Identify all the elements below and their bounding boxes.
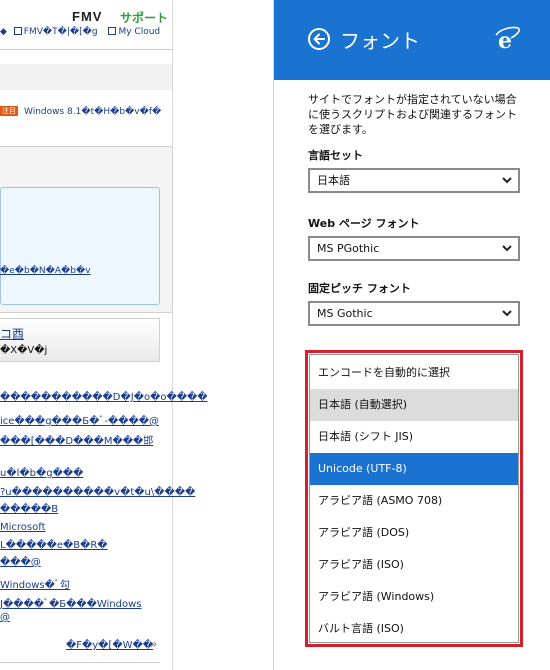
page-edge-divider [172,0,173,670]
search-bar-area [0,64,172,90]
web-font-label: Web ページ フォント [308,217,420,230]
web-page-content: FMV サポート ◆ FMV�T�|�[�g My Cloud 注目 Window… [0,0,273,670]
back-arrow-icon[interactable] [308,28,330,50]
encoding-dropdown-list[interactable]: エンコードを自動的に選択 日本語 (自動選択) 日本語 (シフト JIS) Un… [309,354,519,643]
garbled-link[interactable]: ice���g���Б�ﾞ-����@ [0,412,159,427]
panel-link[interactable]: �e�b�N�A�b�v [0,266,91,276]
garbled-link[interactable]: �����B [0,504,58,515]
encoding-option[interactable]: アラビア語 (DOS) [310,517,518,549]
fmv-support-label: サポート [120,11,169,25]
item-subtext: �X�V�j [0,345,48,356]
garbled-link[interactable]: u�l�b�g��� [0,468,83,479]
charset-label: 言語セット [308,149,363,162]
garbled-link[interactable]: ?u����������v�t�u\���� [0,487,195,498]
top-links: ◆ FMV�T�|�[�g My Cloud [0,27,168,37]
top-link-2[interactable]: My Cloud [108,27,164,37]
news-item[interactable]: 注目 Windows 8.1�t�H�b�v�f� [0,106,161,117]
fixed-font-select[interactable]: MS Gothic [308,301,520,326]
fixed-font-label: 固定ピッチ フォント [308,282,411,295]
charset-select[interactable]: 日本語 [308,168,520,193]
flyout-title: フォント [340,29,420,53]
web-font-select-value: MS PGothic [317,242,380,255]
encoding-option[interactable]: アラビア語 (ASMO 708) [310,485,518,517]
garbled-link[interactable]: Windows�ﾞ勾 [0,576,70,591]
item-link[interactable]: コ⾣ [0,325,24,342]
footer-divider [0,662,160,663]
chevron-down-icon [502,310,512,317]
encoding-option-selected[interactable]: Unicode (UTF-8) [310,453,518,485]
more-link[interactable]: �F�y�[�W�� [66,640,153,651]
fixed-font-select-value: MS Gothic [317,307,373,320]
news-link[interactable]: Windows 8.1�t�H�b�v�f� [24,107,161,117]
link-box-icon [108,27,117,35]
encoding-option[interactable]: エンコードを自動的に選択 [310,357,518,389]
garbled-link[interactable]: Microsoft [0,522,46,533]
garbled-link[interactable]: �����������D�J�o�o���� [0,392,207,403]
garbled-link[interactable]: ���[���D���M���邯 [0,432,153,447]
fmv-logo: FMV [72,9,103,24]
top-link-0[interactable]: ◆ [0,27,7,37]
flyout-header: フォント e [274,0,550,80]
garbled-link[interactable]: @ [0,612,10,623]
encoding-option[interactable]: アラビア語 (Windows) [310,581,518,613]
ie-logo-icon: e [494,26,520,56]
link-box-icon [13,27,22,35]
encoding-option[interactable]: バルト言語 (ISO) [310,613,518,645]
news-badge: 注目 [0,106,18,116]
content-panel-inner [0,187,160,305]
encoding-option-hover[interactable]: 日本語 (自動選択) [310,389,518,421]
encoding-option[interactable]: アラビア語 (ISO) [310,549,518,581]
top-link-1[interactable]: FMV�T�|�[�g [13,27,102,37]
chevron-down-icon [502,245,512,252]
charset-select-value: 日本語 [317,174,350,187]
garbled-link[interactable]: ���@ [0,557,41,568]
encoding-option[interactable]: 日本語 (シフト JIS) [310,421,518,453]
garbled-link[interactable]: J����ﾞ�Б���Windows [0,595,141,610]
svg-text:e: e [498,28,512,52]
double-chevron-icon: » [150,637,158,651]
web-font-select[interactable]: MS PGothic [308,236,520,261]
header-divider [0,49,172,50]
chevron-down-icon [502,177,512,184]
flyout-description: サイトでフォントが指定されていない場合に使うスクリプトおよび関連するフォントを選… [308,93,517,136]
garbled-link[interactable]: L�����e�B�R� [0,540,108,551]
font-settings-flyout: フォント e サイトでフォントが指定されていない場合に使うスクリプトおよび関連す… [273,0,550,670]
